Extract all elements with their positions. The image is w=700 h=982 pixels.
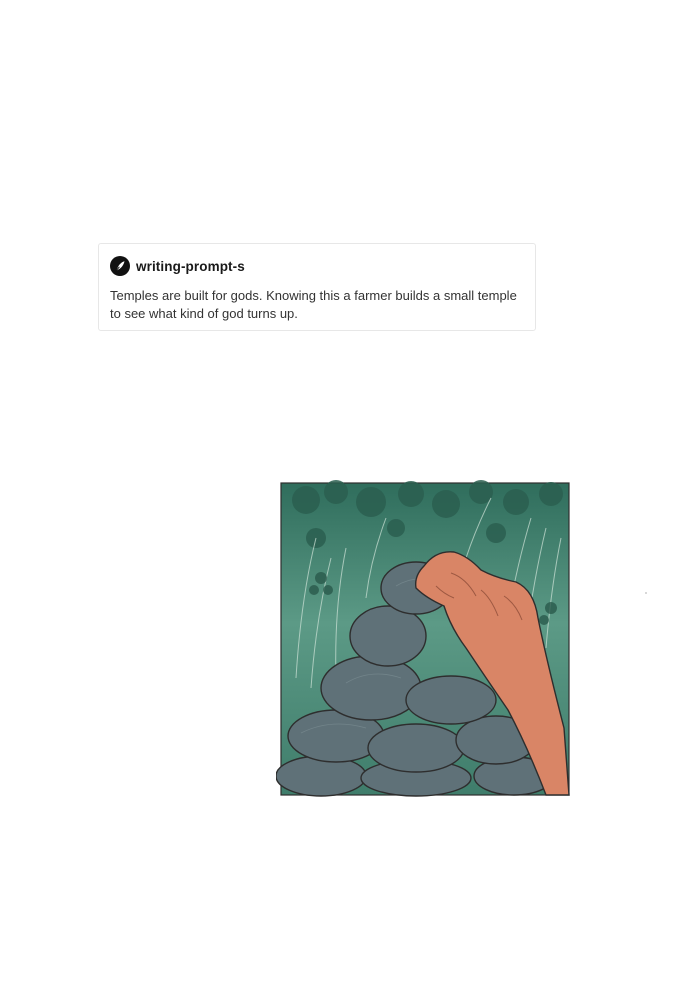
quill-pen-icon[interactable] [110,256,130,276]
paper-speck [645,592,647,594]
hand-stacking-stones-illustration [275,478,574,800]
post-text: Temples are built for gods. Knowing this… [110,288,517,321]
post-card: writing-prompt-s Temples are built for g… [98,243,536,331]
post-header: writing-prompt-s [110,256,245,276]
username[interactable]: writing-prompt-s [136,259,245,274]
